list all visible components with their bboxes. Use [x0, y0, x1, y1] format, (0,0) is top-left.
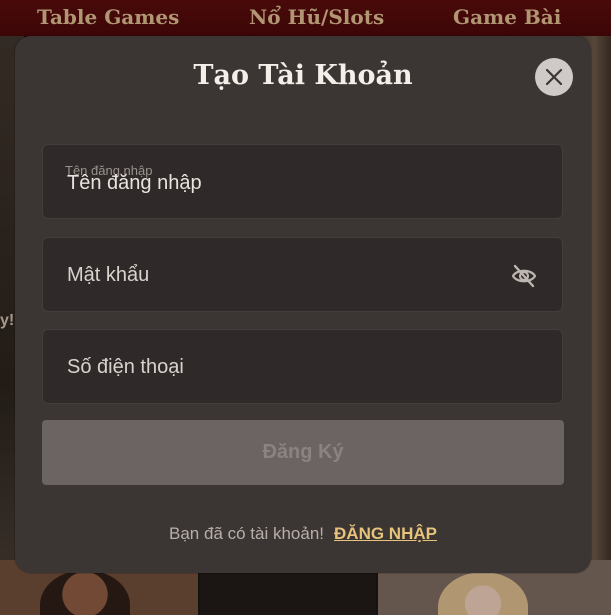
register-modal: Tạo Tài Khoản Tên đăng nhập Tên đăng nhậ…	[15, 36, 591, 573]
username-field[interactable]: Tên đăng nhập Tên đăng nhập	[42, 144, 563, 219]
close-icon	[545, 68, 563, 86]
modal-title: Tạo Tài Khoản	[193, 60, 413, 91]
login-prompt-text: Bạn đã có tài khoản!	[169, 524, 325, 543]
register-button[interactable]: Đăng Ký	[42, 420, 564, 485]
login-prompt: Bạn đã có tài khoản! ĐĂNG NHẬP	[15, 524, 591, 544]
close-button[interactable]	[535, 58, 573, 96]
phone-placeholder: Số điện thoại	[67, 356, 184, 378]
login-link[interactable]: ĐĂNG NHẬP	[334, 524, 437, 543]
eye-off-icon[interactable]	[510, 262, 538, 290]
username-value: Tên đăng nhập	[67, 172, 202, 194]
password-placeholder: Mật khẩu	[67, 264, 150, 286]
password-field[interactable]: Mật khẩu	[42, 237, 563, 312]
phone-field[interactable]: Số điện thoại	[42, 329, 563, 404]
